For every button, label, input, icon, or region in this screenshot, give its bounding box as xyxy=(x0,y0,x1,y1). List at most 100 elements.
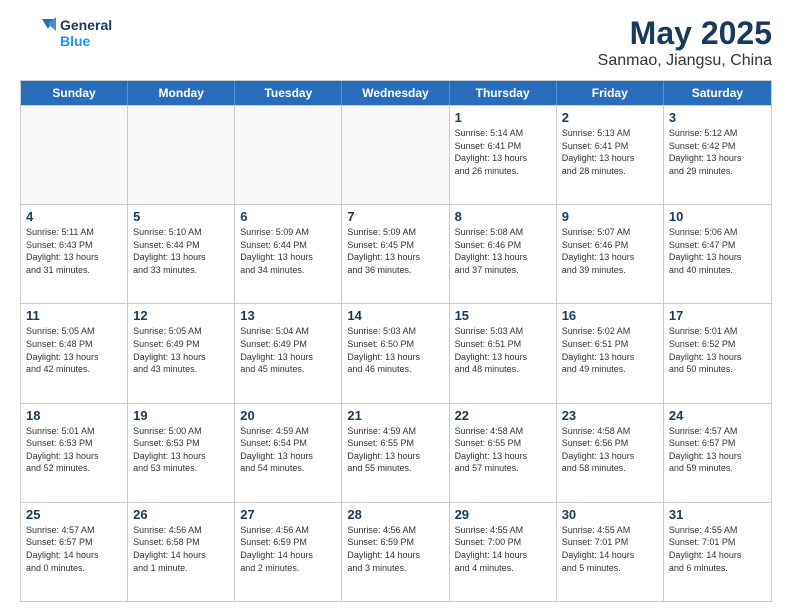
calendar-cell: 23 Sunrise: 4:58 AM Sunset: 6:56 PM Dayli… xyxy=(557,404,664,502)
calendar-row: 1Sunrise: 5:14 AM Sunset: 6:41 PM Daylig… xyxy=(21,105,771,204)
calendar-cell: 28 Sunrise: 4:56 AM Sunset: 6:59 PM Dayli… xyxy=(342,503,449,601)
day-info: Sunrise: 5:01 AM Sunset: 6:52 PM Dayligh… xyxy=(669,325,766,375)
day-number: 8 xyxy=(455,209,551,224)
day-info: Sunrise: 5:14 AM Sunset: 6:41 PM Dayligh… xyxy=(455,127,551,177)
day-number: 17 xyxy=(669,308,766,323)
day-number: 6 xyxy=(240,209,336,224)
title-block: May 2025 Sanmao, Jiangsu, China xyxy=(598,15,772,70)
day-info: Sunrise: 5:08 AM Sunset: 6:46 PM Dayligh… xyxy=(455,226,551,276)
calendar-row: 4 Sunrise: 5:11 AM Sunset: 6:43 PM Daylig… xyxy=(21,204,771,303)
day-number: 5 xyxy=(133,209,229,224)
day-number: 31 xyxy=(669,507,766,522)
page: General Blue May 2025 Sanmao, Jiangsu, C… xyxy=(0,0,792,612)
calendar-cell: 4 Sunrise: 5:11 AM Sunset: 6:43 PM Daylig… xyxy=(21,205,128,303)
calendar-cell: 29Sunrise: 4:55 AM Sunset: 7:00 PM Dayli… xyxy=(450,503,557,601)
day-info: Sunrise: 5:13 AM Sunset: 6:41 PM Dayligh… xyxy=(562,127,658,177)
weekday-header: Sunday xyxy=(21,81,128,105)
calendar-cell: 24 Sunrise: 4:57 AM Sunset: 6:57 PM Dayli… xyxy=(664,404,771,502)
day-number: 13 xyxy=(240,308,336,323)
calendar-cell: 11Sunrise: 5:05 AM Sunset: 6:48 PM Dayli… xyxy=(21,304,128,402)
calendar-cell: 20 Sunrise: 4:59 AM Sunset: 6:54 PM Dayli… xyxy=(235,404,342,502)
day-info: Sunrise: 5:11 AM Sunset: 6:43 PM Dayligh… xyxy=(26,226,122,276)
calendar-row: 25Sunrise: 4:57 AM Sunset: 6:57 PM Dayli… xyxy=(21,502,771,601)
calendar-cell: 5Sunrise: 5:10 AM Sunset: 6:44 PM Daylig… xyxy=(128,205,235,303)
calendar-cell: 15 Sunrise: 5:03 AM Sunset: 6:51 PM Dayli… xyxy=(450,304,557,402)
logo-icon xyxy=(20,15,56,51)
day-number: 20 xyxy=(240,408,336,423)
weekday-header: Tuesday xyxy=(235,81,342,105)
calendar-cell: 22 Sunrise: 4:58 AM Sunset: 6:55 PM Dayli… xyxy=(450,404,557,502)
calendar-cell: 30Sunrise: 4:55 AM Sunset: 7:01 PM Dayli… xyxy=(557,503,664,601)
day-info: Sunrise: 5:03 AM Sunset: 6:51 PM Dayligh… xyxy=(455,325,551,375)
calendar-cell: 14 Sunrise: 5:03 AM Sunset: 6:50 PM Dayli… xyxy=(342,304,449,402)
day-number: 2 xyxy=(562,110,658,125)
calendar-cell: 26 Sunrise: 4:56 AM Sunset: 6:58 PM Dayli… xyxy=(128,503,235,601)
calendar-cell: 27 Sunrise: 4:56 AM Sunset: 6:59 PM Dayli… xyxy=(235,503,342,601)
weekday-header: Friday xyxy=(557,81,664,105)
calendar-cell: 3 Sunrise: 5:12 AM Sunset: 6:42 PM Daylig… xyxy=(664,106,771,204)
day-number: 10 xyxy=(669,209,766,224)
day-info: Sunrise: 5:06 AM Sunset: 6:47 PM Dayligh… xyxy=(669,226,766,276)
day-number: 22 xyxy=(455,408,551,423)
calendar-cell: 7 Sunrise: 5:09 AM Sunset: 6:45 PM Daylig… xyxy=(342,205,449,303)
calendar-body: 1Sunrise: 5:14 AM Sunset: 6:41 PM Daylig… xyxy=(21,105,771,601)
day-info: Sunrise: 5:00 AM Sunset: 6:53 PM Dayligh… xyxy=(133,425,229,475)
day-info: Sunrise: 5:12 AM Sunset: 6:42 PM Dayligh… xyxy=(669,127,766,177)
logo-blue: Blue xyxy=(60,33,112,49)
day-number: 4 xyxy=(26,209,122,224)
day-number: 11 xyxy=(26,308,122,323)
day-number: 14 xyxy=(347,308,443,323)
day-info: Sunrise: 4:56 AM Sunset: 6:59 PM Dayligh… xyxy=(240,524,336,574)
calendar-cell xyxy=(128,106,235,204)
calendar-cell: 18Sunrise: 5:01 AM Sunset: 6:53 PM Dayli… xyxy=(21,404,128,502)
day-info: Sunrise: 5:05 AM Sunset: 6:49 PM Dayligh… xyxy=(133,325,229,375)
day-info: Sunrise: 4:58 AM Sunset: 6:55 PM Dayligh… xyxy=(455,425,551,475)
main-title: May 2025 xyxy=(598,15,772,52)
day-info: Sunrise: 4:57 AM Sunset: 6:57 PM Dayligh… xyxy=(669,425,766,475)
calendar-cell xyxy=(21,106,128,204)
logo-general: General xyxy=(60,17,112,33)
calendar-cell xyxy=(235,106,342,204)
day-number: 24 xyxy=(669,408,766,423)
logo: General Blue xyxy=(20,15,112,51)
calendar-cell: 17 Sunrise: 5:01 AM Sunset: 6:52 PM Dayli… xyxy=(664,304,771,402)
day-number: 21 xyxy=(347,408,443,423)
calendar: SundayMondayTuesdayWednesdayThursdayFrid… xyxy=(20,80,772,602)
day-number: 28 xyxy=(347,507,443,522)
calendar-cell: 13 Sunrise: 5:04 AM Sunset: 6:49 PM Dayli… xyxy=(235,304,342,402)
day-info: Sunrise: 4:55 AM Sunset: 7:00 PM Dayligh… xyxy=(455,524,551,574)
day-number: 18 xyxy=(26,408,122,423)
calendar-cell: 9Sunrise: 5:07 AM Sunset: 6:46 PM Daylig… xyxy=(557,205,664,303)
day-info: Sunrise: 4:56 AM Sunset: 6:58 PM Dayligh… xyxy=(133,524,229,574)
calendar-cell: 1Sunrise: 5:14 AM Sunset: 6:41 PM Daylig… xyxy=(450,106,557,204)
calendar-cell: 2 Sunrise: 5:13 AM Sunset: 6:41 PM Daylig… xyxy=(557,106,664,204)
calendar-cell: 8 Sunrise: 5:08 AM Sunset: 6:46 PM Daylig… xyxy=(450,205,557,303)
day-info: Sunrise: 5:09 AM Sunset: 6:45 PM Dayligh… xyxy=(347,226,443,276)
day-number: 9 xyxy=(562,209,658,224)
calendar-cell: 16Sunrise: 5:02 AM Sunset: 6:51 PM Dayli… xyxy=(557,304,664,402)
calendar-cell: 21Sunrise: 4:59 AM Sunset: 6:55 PM Dayli… xyxy=(342,404,449,502)
day-info: Sunrise: 5:02 AM Sunset: 6:51 PM Dayligh… xyxy=(562,325,658,375)
header: General Blue May 2025 Sanmao, Jiangsu, C… xyxy=(20,15,772,70)
day-number: 12 xyxy=(133,308,229,323)
day-number: 7 xyxy=(347,209,443,224)
calendar-row: 11Sunrise: 5:05 AM Sunset: 6:48 PM Dayli… xyxy=(21,303,771,402)
calendar-cell: 12 Sunrise: 5:05 AM Sunset: 6:49 PM Dayli… xyxy=(128,304,235,402)
day-info: Sunrise: 4:56 AM Sunset: 6:59 PM Dayligh… xyxy=(347,524,443,574)
day-number: 27 xyxy=(240,507,336,522)
day-number: 19 xyxy=(133,408,229,423)
day-info: Sunrise: 4:59 AM Sunset: 6:54 PM Dayligh… xyxy=(240,425,336,475)
day-number: 3 xyxy=(669,110,766,125)
day-info: Sunrise: 5:03 AM Sunset: 6:50 PM Dayligh… xyxy=(347,325,443,375)
day-number: 26 xyxy=(133,507,229,522)
day-number: 25 xyxy=(26,507,122,522)
subtitle: Sanmao, Jiangsu, China xyxy=(598,52,772,70)
day-number: 15 xyxy=(455,308,551,323)
day-number: 23 xyxy=(562,408,658,423)
weekday-header: Thursday xyxy=(450,81,557,105)
day-info: Sunrise: 4:55 AM Sunset: 7:01 PM Dayligh… xyxy=(669,524,766,574)
day-info: Sunrise: 4:58 AM Sunset: 6:56 PM Dayligh… xyxy=(562,425,658,475)
day-info: Sunrise: 5:04 AM Sunset: 6:49 PM Dayligh… xyxy=(240,325,336,375)
weekday-header: Saturday xyxy=(664,81,771,105)
calendar-cell xyxy=(342,106,449,204)
